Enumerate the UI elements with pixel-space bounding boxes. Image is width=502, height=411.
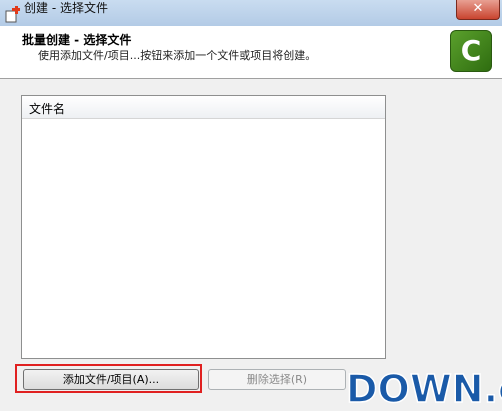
close-icon: ✕ xyxy=(472,1,484,16)
window-title: 创建 - 选择文件 xyxy=(24,1,108,15)
title-bar: 创建 - 选择文件 ✕ xyxy=(0,0,502,27)
close-button[interactable]: ✕ xyxy=(456,0,500,20)
page-title: 批量创建 - 选择文件 xyxy=(22,33,132,47)
wizard-header: 批量创建 - 选择文件 使用添加文件/项目...按钮来添加一个文件或项目将创建。… xyxy=(0,26,502,79)
column-header-filename[interactable]: 文件名 xyxy=(29,100,65,117)
watermark-logo: DOWN.cc xyxy=(345,366,502,411)
logo-letter: C xyxy=(460,34,482,67)
watermark-text: DOWN.cc xyxy=(346,367,502,411)
add-file-button[interactable]: 添加文件/项目(A)... xyxy=(23,369,199,390)
page-subtitle: 使用添加文件/项目...按钮来添加一个文件或项目将创建。 xyxy=(38,49,317,62)
app-window-icon xyxy=(5,6,20,23)
camtasia-logo-icon: C xyxy=(450,30,492,72)
remove-selection-button[interactable]: 删除选择(R) xyxy=(208,369,346,390)
list-header: 文件名 xyxy=(22,96,385,119)
file-list[interactable]: 文件名 xyxy=(21,95,386,359)
